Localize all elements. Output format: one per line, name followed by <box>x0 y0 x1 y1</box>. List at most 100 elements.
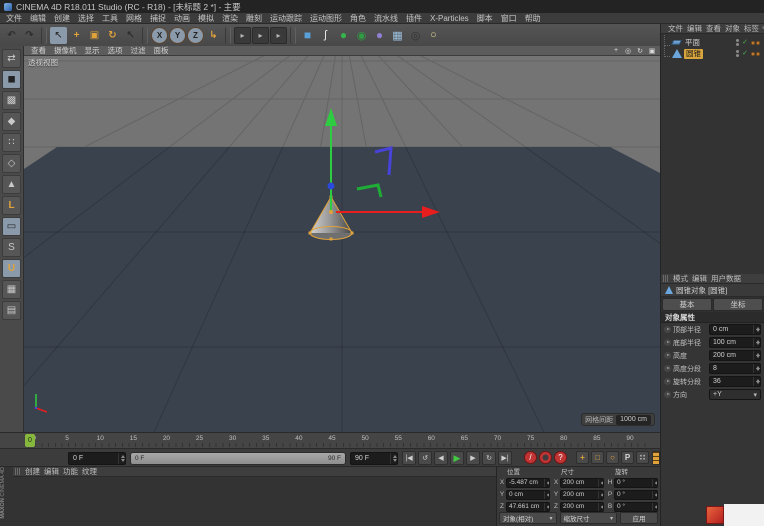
coord-mode-dropdown[interactable]: 对象(相对) <box>499 512 557 524</box>
spinner-icon[interactable] <box>544 491 549 499</box>
object-tags[interactable] <box>751 52 760 56</box>
key-circle-icon[interactable] <box>664 391 671 398</box>
viewport-menu-item[interactable]: 显示 <box>81 46 104 56</box>
visibility-dots[interactable] <box>736 50 739 57</box>
next-key-button[interactable]: ↻ <box>482 451 496 465</box>
undo-icon[interactable]: ↶ <box>3 27 20 44</box>
object-type-icon[interactable] <box>671 40 682 45</box>
timeline-ruler[interactable]: 051015202530354045505560657075808590 0 <box>0 432 660 449</box>
key-circle-icon[interactable] <box>664 378 671 385</box>
workplane-grid-icon[interactable]: ▤ <box>2 301 21 320</box>
rotation-input[interactable]: 0 ° <box>614 478 658 488</box>
gizmo-origin[interactable] <box>329 210 333 214</box>
rotate-view-icon[interactable]: ↻ <box>635 46 645 55</box>
axis-mode-icon[interactable]: L <box>2 196 21 215</box>
menu-item[interactable]: 选择 <box>74 13 98 24</box>
viewport-menu-item[interactable]: 查看 <box>27 46 50 56</box>
deformer-icon[interactable]: ◉ <box>353 27 370 44</box>
rotation-input[interactable]: 0 ° <box>614 490 658 500</box>
viewport-menu-item[interactable]: 选项 <box>104 46 127 56</box>
x-lock-icon[interactable]: X <box>151 27 168 44</box>
field-input[interactable]: 0 cm <box>709 324 761 335</box>
attribute-tab[interactable]: 基本 <box>662 298 712 311</box>
menu-item[interactable]: 捕捉 <box>146 13 170 24</box>
spinner-icon[interactable] <box>753 325 760 334</box>
menu-item[interactable]: 文件 <box>2 13 26 24</box>
scale-icon[interactable]: ▣ <box>86 27 103 44</box>
key-circle-icon[interactable] <box>664 365 671 372</box>
menu-item[interactable]: 运动图形 <box>306 13 346 24</box>
menu-item[interactable]: 网格 <box>122 13 146 24</box>
menu-item[interactable]: 脚本 <box>473 13 497 24</box>
z-lock-icon[interactable]: Z <box>187 27 204 44</box>
spinner-icon[interactable] <box>598 479 603 487</box>
taskbar-app-icon[interactable] <box>706 506 724 524</box>
render-to-picture-icon[interactable]: ▸ <box>252 27 269 44</box>
live-selection-icon[interactable]: ↖ <box>50 27 67 44</box>
material-menu-item[interactable]: 功能 <box>61 466 80 477</box>
coord-system-icon[interactable]: ↳ <box>205 27 222 44</box>
圆锥[interactable]: 圆锥 ✓ <box>661 48 764 59</box>
zoom-view-icon[interactable]: ◎ <box>623 46 633 55</box>
size-input[interactable]: 200 cm <box>560 478 604 488</box>
spinner-icon[interactable] <box>118 453 125 464</box>
object-manager-menu-item[interactable]: 编辑 <box>685 23 704 34</box>
spinner-icon[interactable] <box>753 351 760 360</box>
timeline-playhead[interactable]: 0 <box>25 434 35 447</box>
keyframe-bar-icon[interactable] <box>652 451 660 465</box>
menu-item[interactable]: 渲染 <box>218 13 242 24</box>
generator-icon[interactable]: ● <box>335 27 352 44</box>
size-input[interactable]: 200 cm <box>560 490 604 500</box>
attribute-section-header[interactable]: 对象属性 <box>661 312 764 323</box>
spline-pen-icon[interactable]: ʃ <box>317 27 334 44</box>
separator[interactable] <box>290 27 296 44</box>
snap-toggle-icon[interactable]: S <box>2 238 21 257</box>
keyframe-selection-button[interactable]: ? <box>554 451 567 464</box>
goto-start-button[interactable]: |◀ <box>402 451 416 465</box>
spinner-icon[interactable] <box>753 338 760 347</box>
toggle-view-icon[interactable]: ▣ <box>647 46 657 55</box>
last-tool-icon[interactable]: ↖ <box>122 27 139 44</box>
goto-end-button[interactable]: ▶| <box>498 451 512 465</box>
material-menu-item[interactable]: 纹理 <box>80 466 99 477</box>
attribute-menu-item[interactable]: 模式 <box>671 273 690 284</box>
move-icon[interactable]: + <box>68 27 85 44</box>
spinner-icon[interactable] <box>652 479 657 487</box>
polygons-mode-icon[interactable]: ▲ <box>2 175 21 194</box>
light-icon[interactable]: ○ <box>425 27 442 44</box>
object-tags[interactable] <box>751 41 760 45</box>
autokey-button[interactable] <box>539 451 552 464</box>
visibility-dots[interactable] <box>736 39 739 46</box>
separator[interactable] <box>142 27 148 44</box>
pan-view-icon[interactable]: + <box>611 46 621 55</box>
object-manager-menu-item[interactable]: 查看 <box>704 23 723 34</box>
menu-item[interactable]: 运动跟踪 <box>266 13 306 24</box>
primitive-cube-icon[interactable]: ■ <box>299 27 316 44</box>
position-input[interactable]: -5.487 cm <box>506 478 550 488</box>
end-frame-field[interactable]: 90 F <box>350 452 398 465</box>
next-frame-button[interactable]: ▶ <box>466 451 480 465</box>
key-circle-icon[interactable] <box>664 352 671 359</box>
rotate-icon[interactable]: ↻ <box>104 27 121 44</box>
workplane-mode-icon[interactable]: ◆ <box>2 112 21 131</box>
viewport-menu-item[interactable]: 过滤 <box>127 46 150 56</box>
record-keyframe-button[interactable]: / <box>524 451 537 464</box>
field-input[interactable]: 8 <box>709 363 761 374</box>
material-menu-item[interactable]: 创建 <box>23 466 42 477</box>
make-editable-icon[interactable]: ⇄ <box>2 49 21 68</box>
coord-size-dropdown[interactable]: 缩放尺寸 <box>560 512 618 524</box>
object-type-icon[interactable] <box>672 49 682 58</box>
key-circle-icon[interactable] <box>664 339 671 346</box>
key-scale-toggle[interactable]: □ <box>591 451 604 464</box>
workplane-lock-icon[interactable]: ▦ <box>2 280 21 299</box>
viewport-canvas[interactable]: 透视视图 网格间距 1000 cm <box>24 56 660 432</box>
menu-item[interactable]: 动画 <box>170 13 194 24</box>
key-pla-toggle[interactable]: ∷ <box>636 451 649 464</box>
separator[interactable] <box>225 27 231 44</box>
material-manager[interactable]: 创建编辑功能纹理 <box>13 467 497 526</box>
spinner-icon[interactable] <box>753 364 760 373</box>
edges-mode-icon[interactable]: ◇ <box>2 154 21 173</box>
floor-icon[interactable]: ▦ <box>389 27 406 44</box>
position-input[interactable]: 47.661 cm <box>506 502 550 512</box>
spinner-icon[interactable] <box>652 491 657 499</box>
